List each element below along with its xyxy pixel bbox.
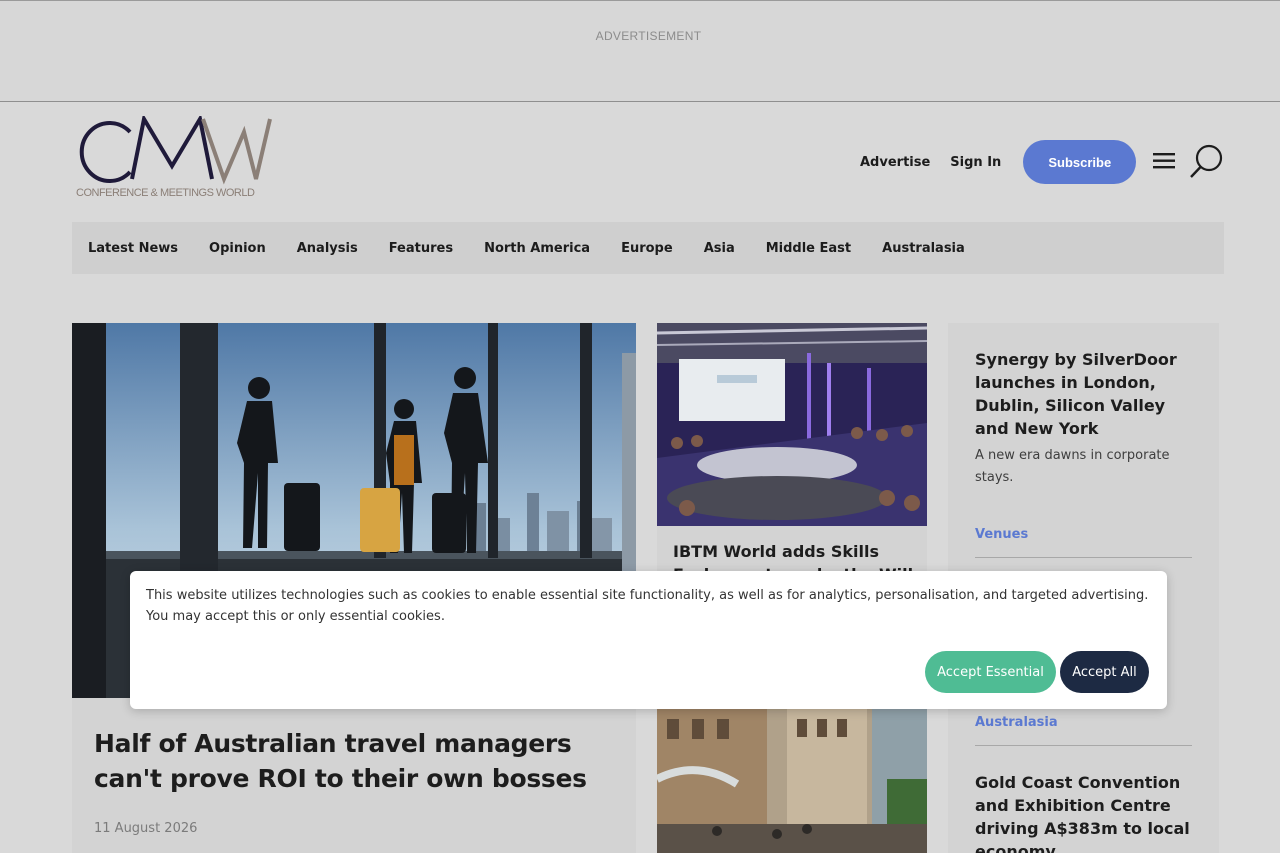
nav-europe[interactable]: Europe (621, 241, 673, 256)
hero-article-card[interactable]: Half of Australian travel managers can't… (72, 698, 636, 853)
nav-features[interactable]: Features (389, 241, 453, 256)
nav-north-america[interactable]: North America (484, 241, 590, 256)
sign-in-link[interactable]: Sign In (950, 155, 1001, 170)
nav-analysis[interactable]: Analysis (297, 241, 358, 256)
sidebar-article-tag-australasia[interactable]: Australasia (975, 715, 1058, 730)
sidebar-divider (975, 745, 1192, 746)
advertisement-bar: ADVERTISEMENT (0, 0, 1280, 102)
advertisement-label: ADVERTISEMENT (595, 29, 702, 43)
sidebar-article-title[interactable]: Gold Coast Convention and Exhibition Cen… (975, 771, 1195, 853)
accept-all-button[interactable]: Accept All (1060, 651, 1149, 693)
nav-asia[interactable]: Asia (704, 241, 735, 256)
cookie-consent-text: This website utilizes technologies such … (146, 588, 1149, 624)
cookie-consent-banner: This website utilizes technologies such … (130, 571, 1167, 709)
advertise-link[interactable]: Advertise (860, 155, 930, 170)
hero-article-date: 11 August 2026 (94, 821, 198, 836)
search-icon[interactable] (1188, 143, 1226, 181)
sidebar-divider (975, 557, 1192, 558)
sidebar-article-tag-venues[interactable]: Venues (975, 527, 1028, 542)
header-links: Advertise Sign In Subscribe (860, 140, 1137, 184)
cmw-logo-mark (79, 116, 272, 185)
hero-article-title[interactable]: Half of Australian travel managers can't… (94, 726, 624, 796)
cmw-logo[interactable]: CONFERENCE & MEETINGS WORLD (72, 116, 272, 202)
main-navigation: Latest News Opinion Analysis Features No… (72, 222, 1224, 274)
accept-essential-button[interactable]: Accept Essential (925, 651, 1056, 693)
city-article-image[interactable] (657, 709, 927, 853)
subscribe-button[interactable]: Subscribe (1023, 140, 1137, 184)
sidebar-article-title[interactable]: Synergy by SilverDoor launches in London… (975, 348, 1195, 440)
nav-middle-east[interactable]: Middle East (766, 241, 851, 256)
nav-latest-news[interactable]: Latest News (88, 241, 178, 256)
nav-opinion[interactable]: Opinion (209, 241, 266, 256)
sidebar-article-description: A new era dawns in corporate stays. (975, 448, 1170, 485)
hamburger-menu-icon[interactable] (1153, 152, 1176, 170)
nav-australasia[interactable]: Australasia (882, 241, 965, 256)
logo-subtitle: CONFERENCE & MEETINGS WORLD (76, 187, 255, 199)
ibtm-article-image[interactable] (657, 323, 927, 526)
